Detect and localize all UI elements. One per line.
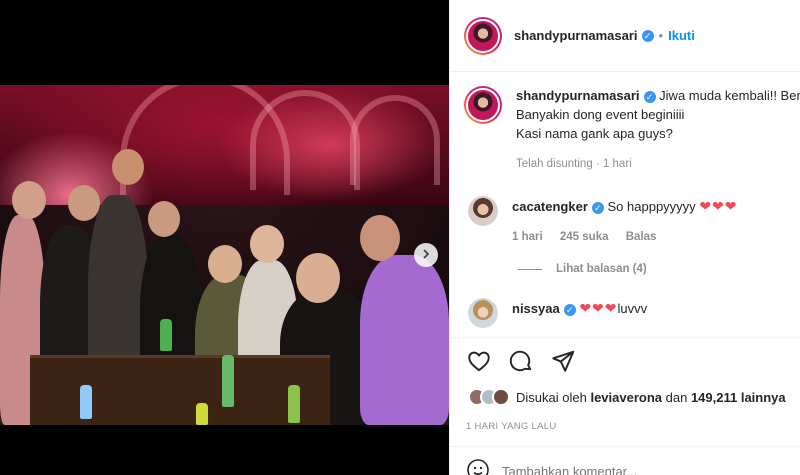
reply-button[interactable]: Balas [626, 231, 657, 243]
verified-badge-icon: ✓ [591, 201, 604, 214]
person [360, 255, 449, 425]
bottle [196, 403, 208, 425]
likes-user[interactable]: leviaverona [590, 390, 662, 405]
comment-input[interactable] [502, 464, 762, 475]
person-head [208, 245, 242, 283]
caption-avatar[interactable] [464, 86, 502, 124]
heart-emoji: ❤❤❤ [579, 300, 618, 316]
smiley-icon[interactable] [466, 458, 490, 475]
caption-line-1: Jiwa muda kembali!! Bera [659, 88, 800, 103]
post-photo[interactable] [0, 85, 449, 425]
comment-text: luvvv [617, 301, 648, 316]
chevron-right-icon [421, 246, 431, 264]
comment-meta: 1 hari 245 suka Balas [512, 231, 738, 243]
verified-badge-icon: ✓ [641, 29, 654, 42]
follow-button[interactable]: Ikuti [668, 28, 695, 43]
person-head [360, 215, 400, 261]
post-date[interactable]: 1 HARI YANG LALU [466, 421, 557, 432]
replies-line [518, 268, 542, 270]
next-photo-button[interactable] [414, 243, 438, 267]
heart-outline-icon[interactable] [466, 348, 492, 374]
bottle [222, 355, 234, 407]
person-head [112, 149, 144, 185]
verified-badge-icon: ✓ [643, 90, 656, 103]
add-comment-row [466, 458, 762, 475]
author-username[interactable]: shandypurnamasari [514, 28, 638, 43]
caption: shandypurnamasari ✓ Jiwa muda kembali!! B… [464, 86, 800, 174]
bottle [288, 385, 300, 423]
comment-body: cacatengker ✓ So happpyyyyy ❤❤❤ 1 hari 24… [512, 196, 738, 243]
divider [450, 337, 800, 338]
likes-count[interactable]: 149,211 lainnya [691, 390, 786, 405]
comment: nissyaa ✓ ❤❤❤luvvv [468, 298, 800, 328]
likes-text: Disukai oleh leviaverona dan 149,211 lai… [516, 390, 786, 405]
separator-dot: • [658, 28, 664, 43]
commenter-avatar[interactable] [468, 196, 498, 226]
likes-conj: dan [665, 389, 688, 405]
heart-emoji: ❤❤❤ [699, 198, 738, 214]
caption-body: shandypurnamasari ✓ Jiwa muda kembali!! B… [516, 86, 800, 174]
view-replies-label: Lihat balasan (4) [556, 263, 647, 275]
author-avatar[interactable] [464, 16, 502, 55]
post-actions [466, 348, 576, 374]
post-header: shandypurnamasari ✓ • Ikuti [450, 0, 800, 72]
comment-text: So happpyyyyy [607, 199, 696, 214]
person-head [12, 181, 46, 219]
person-head [296, 253, 340, 303]
post-media [0, 0, 449, 475]
paper-plane-icon[interactable] [550, 348, 576, 374]
venue-arch [250, 90, 360, 190]
person-head [148, 201, 180, 237]
commenter-avatar[interactable] [468, 298, 498, 328]
comment-bubble-icon[interactable] [508, 348, 534, 374]
comment-username[interactable]: nissyaa [512, 301, 560, 316]
post-panel: shandypurnamasari ✓ • Ikuti shandypurnam… [449, 0, 800, 475]
comment-likes[interactable]: 245 suka [560, 231, 609, 243]
verified-badge-icon: ✓ [563, 303, 576, 316]
caption-username[interactable]: shandypurnamasari [516, 88, 640, 103]
likes-summary: Disukai oleh leviaverona dan 149,211 lai… [468, 388, 786, 406]
venue-arch [350, 95, 440, 185]
likes-prefix: Disukai oleh [516, 389, 587, 405]
divider [450, 446, 800, 447]
comment: cacatengker ✓ So happpyyyyy ❤❤❤ 1 hari 24… [468, 196, 800, 243]
caption-line-3: Kasi nama gank apa guys? [516, 126, 673, 141]
person-head [250, 225, 284, 263]
comment-body: nissyaa ✓ ❤❤❤luvvv [512, 298, 647, 328]
view-replies-button[interactable]: Lihat balasan (4) [518, 263, 647, 275]
caption-line-2: Banyakin dong event beginiiii [516, 107, 685, 122]
caption-meta: Telah disunting · 1 hari [516, 158, 632, 170]
comment-time: 1 hari [512, 231, 543, 243]
bottle [160, 319, 172, 351]
liker-avatar[interactable] [492, 388, 510, 406]
table [30, 355, 330, 425]
person-head [68, 185, 100, 221]
bottle [80, 385, 92, 419]
comment-username[interactable]: cacatengker [512, 199, 588, 214]
